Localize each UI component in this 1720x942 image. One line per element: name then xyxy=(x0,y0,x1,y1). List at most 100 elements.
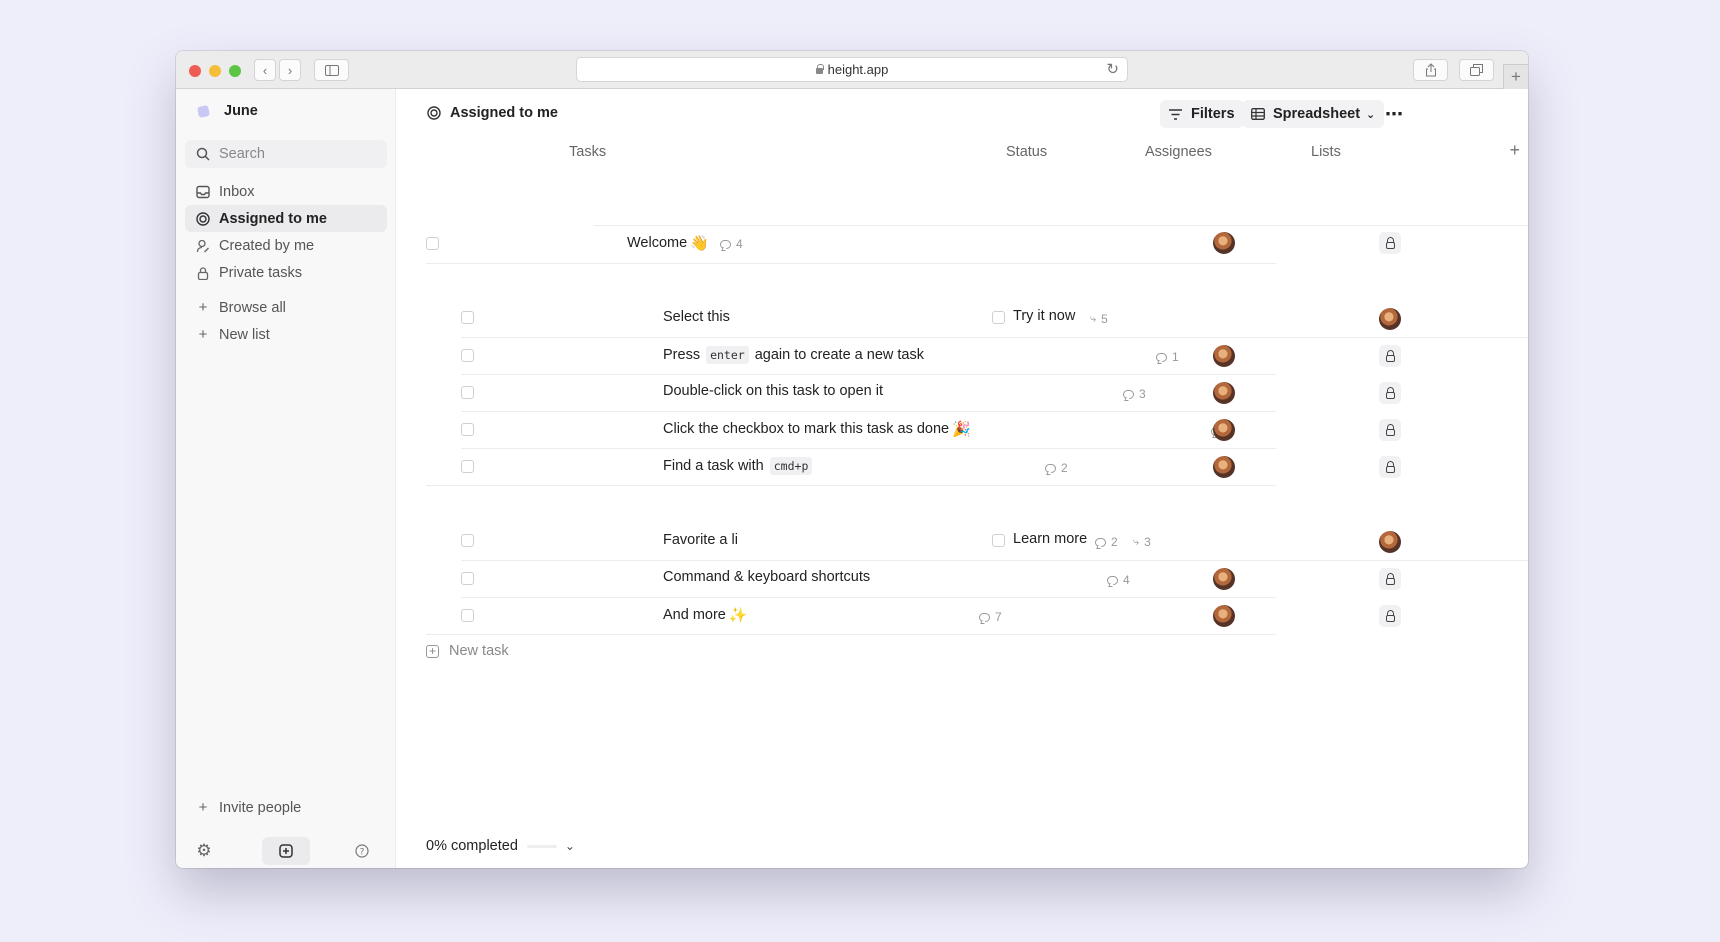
avatar[interactable] xyxy=(1379,531,1401,553)
comment-count: 3 xyxy=(1123,387,1146,401)
subtask-count-value: 5 xyxy=(1101,312,1108,326)
reload-icon[interactable]: ↻ xyxy=(1106,60,1119,78)
comment-count-value: 7 xyxy=(995,610,1002,624)
task-title[interactable]: Press enter again to create a new task xyxy=(663,346,924,364)
spreadsheet-icon xyxy=(1251,108,1265,120)
subtask-checkbox[interactable] xyxy=(992,534,1005,547)
avatar[interactable] xyxy=(1213,382,1235,404)
task-title-text: Click the checkbox to mark this task as … xyxy=(663,421,950,437)
task-title[interactable]: Click the checkbox to mark this task as … xyxy=(663,420,971,438)
new-task-label: New task xyxy=(449,643,509,659)
avatar[interactable] xyxy=(1213,456,1235,478)
lock-icon[interactable] xyxy=(1379,456,1401,478)
task-checkbox[interactable] xyxy=(461,534,474,547)
sidebar-item-assigned-to-me[interactable]: Assigned to me xyxy=(185,205,387,232)
row-divider xyxy=(426,263,1276,264)
sidebar-item-created-by-me[interactable]: Created by me xyxy=(185,232,387,259)
add-column-button[interactable]: + xyxy=(1509,140,1520,161)
search-input[interactable]: Search xyxy=(185,140,387,168)
task-title[interactable]: Double-click on this task to open it xyxy=(663,383,883,399)
sidebar-item-label: Inbox xyxy=(219,183,255,200)
task-title[interactable]: Command & keyboard shortcuts xyxy=(663,569,870,585)
invite-people-button[interactable]: + Invite people xyxy=(185,794,387,821)
chevron-down-icon: ⌄ xyxy=(1366,108,1376,121)
task-title[interactable]: Welcome 👋 xyxy=(627,234,709,252)
comment-icon xyxy=(1156,352,1167,362)
task-checkbox[interactable] xyxy=(461,460,474,473)
create-task-button[interactable] xyxy=(262,837,310,865)
subtask-title[interactable]: Try it now xyxy=(1013,308,1075,324)
target-icon xyxy=(427,106,441,120)
avatar[interactable] xyxy=(1213,568,1235,590)
share-button[interactable] xyxy=(1413,59,1448,81)
avatar[interactable] xyxy=(1213,345,1235,367)
lock-icon[interactable] xyxy=(1379,419,1401,441)
task-emoji: ✨ xyxy=(728,606,748,624)
more-options-button[interactable]: ⋯ xyxy=(1376,100,1412,128)
chevron-left-icon: ‹ xyxy=(262,62,268,78)
progress-indicator[interactable]: 0% completed ⌄ xyxy=(426,838,575,854)
avatar[interactable] xyxy=(1213,232,1235,254)
minimize-window-button[interactable] xyxy=(209,65,221,77)
lock-icon[interactable] xyxy=(1379,345,1401,367)
view-switcher-button[interactable]: Spreadsheet ⌄ xyxy=(1242,100,1385,128)
task-checkbox[interactable] xyxy=(461,349,474,362)
task-title[interactable]: Select this xyxy=(663,309,730,325)
lock-icon[interactable] xyxy=(1379,232,1401,254)
sidebar-item-inbox[interactable]: Inbox xyxy=(185,178,387,205)
sidebar-item-label: New list xyxy=(219,326,270,343)
forward-button[interactable]: › xyxy=(279,59,301,81)
sidebar-item-browse-all[interactable]: + Browse all xyxy=(185,294,387,321)
task-title[interactable]: And more ✨ xyxy=(663,606,748,624)
settings-button[interactable]: ⚙ xyxy=(190,837,218,865)
lock-icon[interactable] xyxy=(1379,605,1401,627)
avatar[interactable] xyxy=(1379,308,1401,330)
task-checkbox[interactable] xyxy=(426,237,439,250)
new-tab-button[interactable]: + xyxy=(1503,64,1528,89)
task-checkbox[interactable] xyxy=(461,423,474,436)
gear-icon: ⚙ xyxy=(196,841,212,860)
sidebar-toggle-button[interactable] xyxy=(314,59,349,81)
filters-button[interactable]: Filters xyxy=(1160,100,1244,128)
workspace-switcher[interactable]: June xyxy=(196,103,258,119)
target-icon xyxy=(196,211,210,226)
task-title[interactable]: Find a task with cmd+p xyxy=(663,457,818,475)
subtask-icon: ⤷ xyxy=(1090,312,1097,325)
inbox-icon xyxy=(196,185,210,198)
address-bar[interactable]: height.app ↻ xyxy=(576,57,1128,82)
tabs-icon xyxy=(1470,64,1483,76)
comment-icon xyxy=(720,239,731,249)
column-header-status[interactable]: Status xyxy=(1006,144,1047,160)
close-window-button[interactable] xyxy=(189,65,201,77)
chevron-down-icon: ⌄ xyxy=(564,839,575,853)
zoom-window-button[interactable] xyxy=(229,65,241,77)
row-divider xyxy=(461,448,1276,449)
column-header-lists[interactable]: Lists xyxy=(1311,144,1341,160)
avatar[interactable] xyxy=(1213,605,1235,627)
lock-icon[interactable] xyxy=(1379,568,1401,590)
column-header-tasks[interactable]: Tasks xyxy=(569,144,606,160)
sidebar-item-private-tasks[interactable]: Private tasks xyxy=(185,259,387,286)
task-checkbox[interactable] xyxy=(461,572,474,585)
avatar[interactable] xyxy=(1213,419,1235,441)
sidebar-item-label: Browse all xyxy=(219,299,286,316)
subtask-checkbox[interactable] xyxy=(992,311,1005,324)
task-title[interactable]: Favorite a li xyxy=(663,532,738,548)
task-emoji: 🎉 xyxy=(952,420,971,438)
task-checkbox[interactable] xyxy=(461,386,474,399)
lock-icon xyxy=(197,266,209,280)
tabs-overview-button[interactable] xyxy=(1459,59,1494,81)
help-button[interactable]: ? xyxy=(348,837,376,865)
plus-icon: + xyxy=(426,644,439,658)
back-button[interactable]: ‹ xyxy=(254,59,276,81)
lock-icon[interactable] xyxy=(1379,382,1401,404)
task-checkbox[interactable] xyxy=(461,311,474,324)
row-divider xyxy=(461,411,1276,412)
new-task-button[interactable]: + New task xyxy=(426,643,509,659)
task-checkbox[interactable] xyxy=(461,609,474,622)
sidebar-item-new-list[interactable]: + New list xyxy=(185,321,387,348)
subtask-title[interactable]: Learn more xyxy=(1013,531,1087,547)
column-header-assignees[interactable]: Assignees xyxy=(1145,144,1212,160)
comment-icon xyxy=(1095,537,1106,547)
workspace-name: June xyxy=(224,103,258,119)
